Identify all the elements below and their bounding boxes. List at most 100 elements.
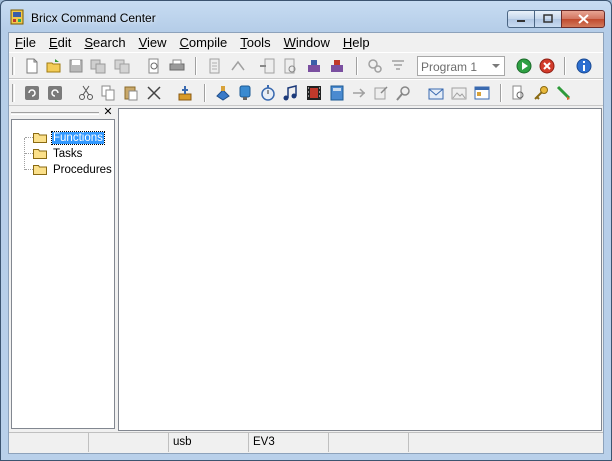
run-play-icon xyxy=(516,58,532,74)
program-slot-select[interactable]: Program 1 xyxy=(417,56,505,76)
toolbar-grip[interactable] xyxy=(12,84,15,102)
search-files-button[interactable] xyxy=(509,84,527,102)
cut-button[interactable] xyxy=(77,84,95,102)
memory-map-button[interactable] xyxy=(328,84,346,102)
menu-accel: E xyxy=(48,35,58,50)
program-info-icon xyxy=(284,58,296,74)
program-info-button[interactable] xyxy=(281,57,299,75)
close-files-icon xyxy=(114,59,130,74)
send-message-button[interactable] xyxy=(372,84,390,102)
close-file-button[interactable] xyxy=(113,57,131,75)
run-button[interactable] xyxy=(515,57,533,75)
menu-search[interactable]: Search xyxy=(78,33,132,52)
code-explorer-header[interactable]: ✕ xyxy=(11,107,115,119)
menu-label: elp xyxy=(352,35,370,50)
filter-icon xyxy=(392,60,404,70)
printer-icon xyxy=(169,59,185,71)
email-button[interactable] xyxy=(427,84,445,102)
close-icon xyxy=(577,14,589,24)
compile-button[interactable] xyxy=(206,57,224,75)
diagnostics-button[interactable] xyxy=(214,84,232,102)
save-all-icon xyxy=(90,59,106,74)
close-button[interactable] xyxy=(561,10,605,28)
menu-accel: C xyxy=(179,35,189,50)
monitor-icon xyxy=(239,85,251,100)
save-all-button[interactable] xyxy=(89,57,107,75)
menu-window[interactable]: Window xyxy=(278,33,337,52)
print-preview-button[interactable] xyxy=(145,57,163,75)
editor-area[interactable] xyxy=(118,108,602,431)
stop-icon xyxy=(539,58,555,74)
toolbar-separator xyxy=(204,84,206,102)
image-button[interactable] xyxy=(450,84,468,102)
download-button[interactable] xyxy=(229,57,247,75)
tree-connector xyxy=(24,138,25,170)
window-list-icon xyxy=(474,86,490,100)
brick-joystick-button[interactable] xyxy=(305,57,323,75)
delete-button[interactable] xyxy=(145,84,163,102)
tree-connector xyxy=(25,137,33,138)
title-bar[interactable]: Bricx Command Center xyxy=(1,1,611,32)
chevron-down-icon xyxy=(492,64,500,68)
tree-item-label: Tasks xyxy=(53,147,83,160)
info-icon xyxy=(576,58,592,74)
download-run-button[interactable] xyxy=(259,57,277,75)
timer-button[interactable] xyxy=(259,84,277,102)
find-brick-button[interactable] xyxy=(366,57,384,75)
templates-icon xyxy=(178,86,192,101)
window-title: Bricx Command Center xyxy=(31,11,156,25)
menu-help[interactable]: Help xyxy=(337,33,377,52)
redo-button[interactable] xyxy=(46,84,64,102)
maximize-button[interactable] xyxy=(534,10,561,28)
remote-button[interactable] xyxy=(350,84,368,102)
find-button[interactable] xyxy=(395,84,413,102)
print-button[interactable] xyxy=(168,57,186,75)
templates-button[interactable] xyxy=(176,84,194,102)
open-file-button[interactable] xyxy=(45,57,63,75)
status-panel-brick-type: EV3 xyxy=(249,432,329,452)
watch-button[interactable] xyxy=(236,84,254,102)
code-explorer-tree[interactable]: Functions Tasks Procedures xyxy=(11,119,115,429)
brick-piano-button[interactable] xyxy=(328,57,346,75)
undo-button[interactable] xyxy=(23,84,41,102)
macro-button[interactable] xyxy=(554,84,572,102)
code-explorer-panel: ✕ Functions Tasks Procedures xyxy=(11,107,115,429)
copy-button[interactable] xyxy=(99,84,117,102)
menu-label: dit xyxy=(57,35,72,50)
tree-item-tasks[interactable]: Tasks xyxy=(33,146,83,161)
tree-connector xyxy=(25,153,33,154)
menu-compile[interactable]: Compile xyxy=(174,33,235,52)
piano-button[interactable] xyxy=(281,84,299,102)
folder-icon xyxy=(33,133,47,143)
bricx-app-icon[interactable] xyxy=(9,9,25,25)
key-button[interactable] xyxy=(532,84,550,102)
toolbar-separator xyxy=(564,57,566,75)
tree-item-label: Functions xyxy=(51,130,105,145)
info-button[interactable] xyxy=(575,57,593,75)
movie-button[interactable] xyxy=(305,84,323,102)
window-list-button[interactable] xyxy=(473,84,491,102)
stopwatch-icon xyxy=(261,85,275,101)
minimize-button[interactable] xyxy=(507,10,534,28)
new-file-button[interactable] xyxy=(23,57,41,75)
menu-view[interactable]: View xyxy=(133,33,174,52)
filter-button[interactable] xyxy=(389,57,407,75)
menu-accel: S xyxy=(84,35,94,50)
toolbar-grip[interactable] xyxy=(12,57,15,75)
save-button[interactable] xyxy=(67,57,85,75)
caption-buttons xyxy=(507,10,605,28)
tree-item-label: Procedures xyxy=(53,163,112,176)
close-panel-icon[interactable]: ✕ xyxy=(103,107,113,118)
pen-icon xyxy=(556,85,571,100)
tree-item-procedures[interactable]: Procedures xyxy=(33,162,113,177)
status-panel-message xyxy=(409,432,603,452)
menu-accel: V xyxy=(138,35,148,50)
menu-tools[interactable]: Tools xyxy=(234,33,277,52)
tree-item-functions[interactable]: Functions xyxy=(33,130,105,145)
menu-edit[interactable]: Edit xyxy=(43,33,78,52)
menu-file[interactable]: File xyxy=(9,33,43,52)
stop-button[interactable] xyxy=(538,57,556,75)
edit-tools-toolbar xyxy=(9,79,603,106)
paste-button[interactable] xyxy=(122,84,140,102)
maximize-icon xyxy=(543,14,553,23)
